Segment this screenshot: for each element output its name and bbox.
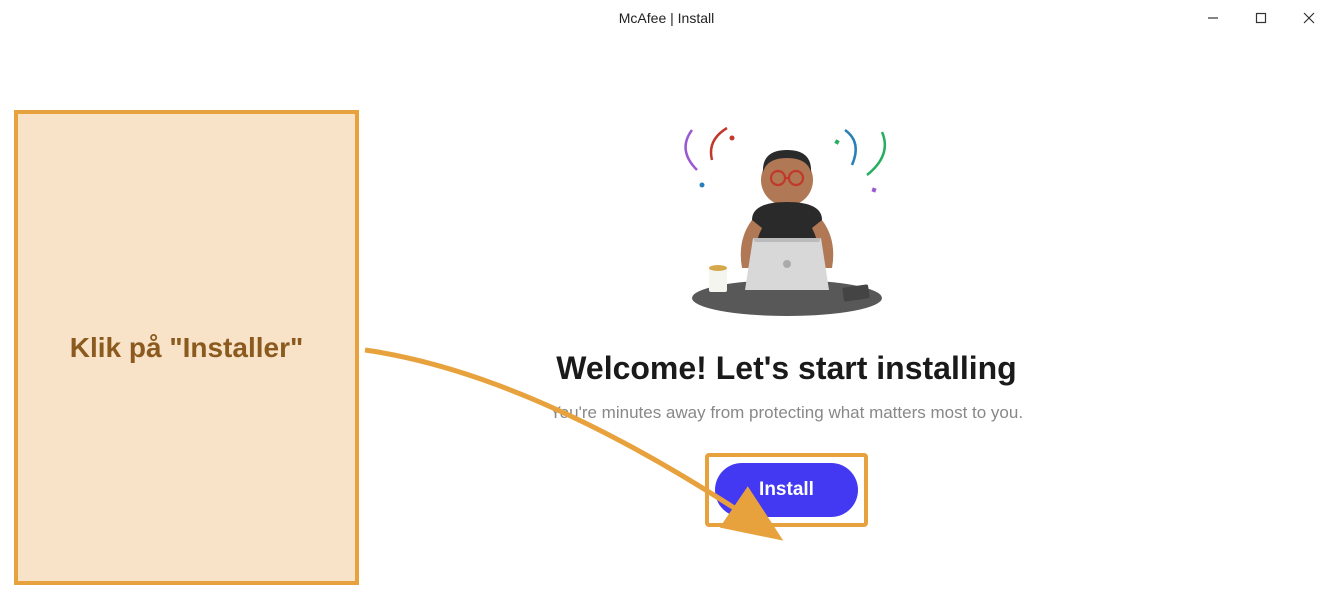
window-titlebar: McAfee | Install (0, 0, 1333, 36)
minimize-icon (1207, 12, 1219, 24)
welcome-heading: Welcome! Let's start installing (556, 350, 1016, 387)
close-button[interactable] (1285, 0, 1333, 36)
install-button-highlight: Install (705, 453, 868, 527)
maximize-icon (1255, 12, 1267, 24)
welcome-illustration (657, 120, 917, 320)
window-controls (1189, 0, 1333, 36)
annotation-callout-text: Klik på "Installer" (70, 332, 304, 364)
minimize-button[interactable] (1189, 0, 1237, 36)
install-button[interactable]: Install (715, 463, 858, 517)
window-title: McAfee | Install (619, 10, 714, 26)
close-icon (1303, 12, 1315, 24)
welcome-subheading: You're minutes away from protecting what… (550, 403, 1023, 423)
maximize-button[interactable] (1237, 0, 1285, 36)
annotation-callout-box: Klik på "Installer" (14, 110, 359, 585)
